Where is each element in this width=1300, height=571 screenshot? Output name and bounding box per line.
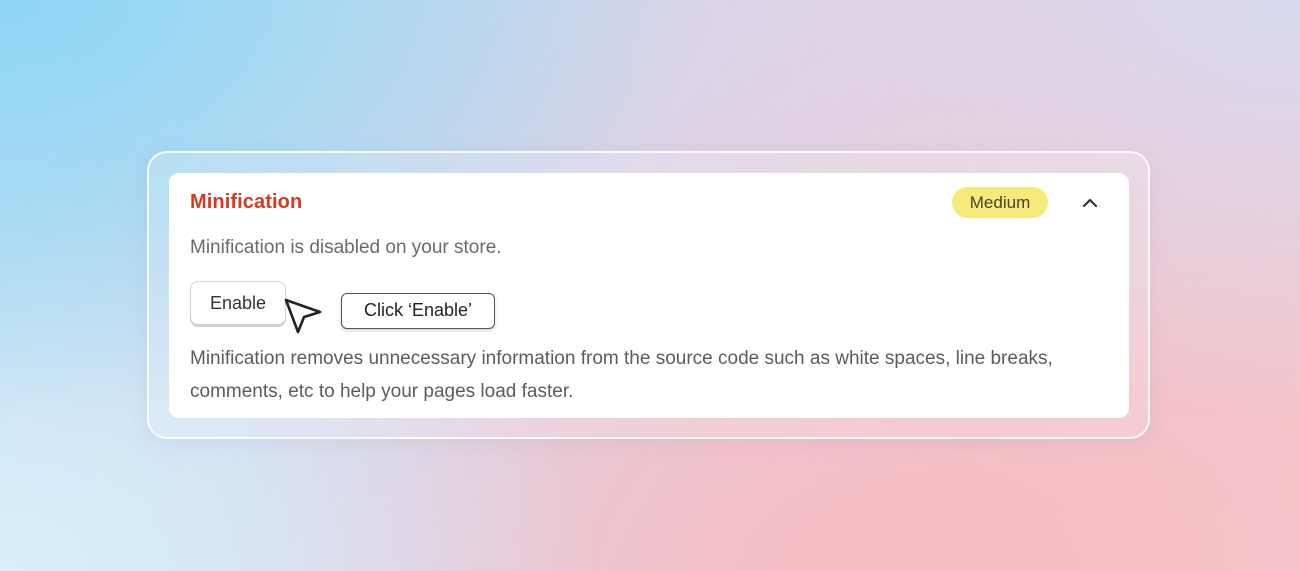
card-title: Minification bbox=[190, 191, 303, 213]
chevron-up-icon bbox=[1082, 198, 1098, 208]
severity-badge: Medium bbox=[952, 187, 1048, 218]
minification-card: Minification Medium Minification is disa… bbox=[169, 173, 1129, 418]
click-enable-tooltip: Click ‘Enable’ bbox=[341, 293, 495, 329]
status-text: Minification is disabled on your store. bbox=[190, 237, 502, 258]
description-text: Minification removes unnecessary informa… bbox=[190, 348, 1053, 402]
pointer-cursor-icon bbox=[284, 298, 322, 334]
collapse-button[interactable] bbox=[1077, 190, 1103, 216]
enable-button[interactable]: Enable bbox=[190, 281, 286, 325]
